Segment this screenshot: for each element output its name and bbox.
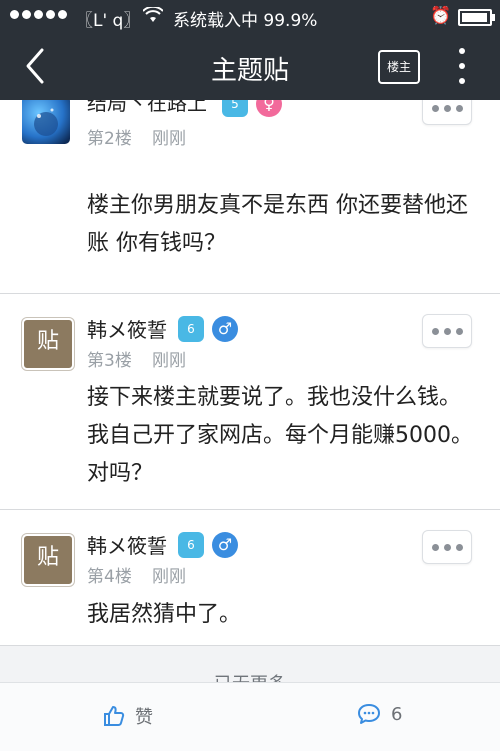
female-icon: ♀ xyxy=(256,100,282,117)
wifi-icon xyxy=(142,5,164,27)
floor-number: 第2楼 xyxy=(87,129,132,149)
post-more-button[interactable] xyxy=(422,314,472,348)
signal-strength-icon xyxy=(10,10,67,19)
battery-icon xyxy=(458,9,495,26)
like-button[interactable]: 赞 xyxy=(103,703,153,729)
thumbs-up-icon xyxy=(104,706,125,726)
male-icon: ♂ xyxy=(212,532,238,558)
level-badge: 6 xyxy=(178,532,204,558)
comment-count: 6 xyxy=(391,703,403,725)
level-badge: 5 xyxy=(222,100,248,117)
avatar[interactable] xyxy=(22,100,70,144)
post-more-button[interactable] xyxy=(422,100,472,125)
post-time: 刚刚 xyxy=(152,129,186,149)
alarm-icon: ⏰ xyxy=(430,6,452,26)
male-icon: ♂ xyxy=(212,316,238,342)
post-text: 我居然猜中了。 xyxy=(87,602,242,627)
username[interactable]: 韩メ筱誓 xyxy=(87,314,167,343)
post-time: 刚刚 xyxy=(152,351,186,371)
avatar[interactable]: 贴 xyxy=(22,318,74,370)
status-bar: 〖L' q〗 系统载入中 99.9% ⏰ xyxy=(0,0,500,32)
bottom-action-bar: 赞 6 xyxy=(0,682,500,751)
only-op-button[interactable]: 楼主 xyxy=(378,50,420,84)
post-item: 贴 韩メ筱誓 6 ♂ 第4楼 刚刚 我居然猜中了。 xyxy=(0,510,500,646)
avatar[interactable]: 贴 xyxy=(22,534,74,586)
more-vertical-icon[interactable] xyxy=(454,48,470,84)
username[interactable]: 韩メ筱誓 xyxy=(87,530,167,559)
planet-avatar-image xyxy=(34,108,58,136)
post-item: 结局丶在路上 5 ♀ 第2楼 刚刚 楼主你男朋友真不是东西 你还要替他还账 你有… xyxy=(0,100,500,294)
post-text: 楼主你男朋友真不是东西 你还要替他还账 你有钱吗？ xyxy=(87,193,468,256)
status-text: 系统载入中 99.9% xyxy=(173,11,318,31)
level-badge: 6 xyxy=(178,316,204,342)
post-item: 贴 韩メ筱誓 6 ♂ 第3楼 刚刚 接下来楼主就要说了。我也没什么钱。我自己开了… xyxy=(0,294,500,510)
like-label: 赞 xyxy=(135,707,153,728)
post-text: 接下来楼主就要说了。我也没什么钱。我自己开了家网店。每个月能赚5000。对吗？ xyxy=(87,385,473,486)
page-title: 主题贴 xyxy=(210,56,289,86)
nav-bar: 主题贴 楼主 xyxy=(0,32,500,100)
post-time: 刚刚 xyxy=(152,567,186,587)
floor-number: 第4楼 xyxy=(87,567,132,587)
username[interactable]: 结局丶在路上 xyxy=(87,100,207,116)
comment-button[interactable]: 6 xyxy=(357,703,402,725)
post-list[interactable]: 结局丶在路上 5 ♀ 第2楼 刚刚 楼主你男朋友真不是东西 你还要替他还账 你有… xyxy=(0,100,500,682)
load-more-text[interactable]: 已无更多 xyxy=(0,670,500,682)
carrier-name: 〖L' q〗 xyxy=(76,11,141,31)
post-more-button[interactable] xyxy=(422,530,472,564)
floor-number: 第3楼 xyxy=(87,351,132,371)
comment-bubble-icon xyxy=(358,704,380,724)
